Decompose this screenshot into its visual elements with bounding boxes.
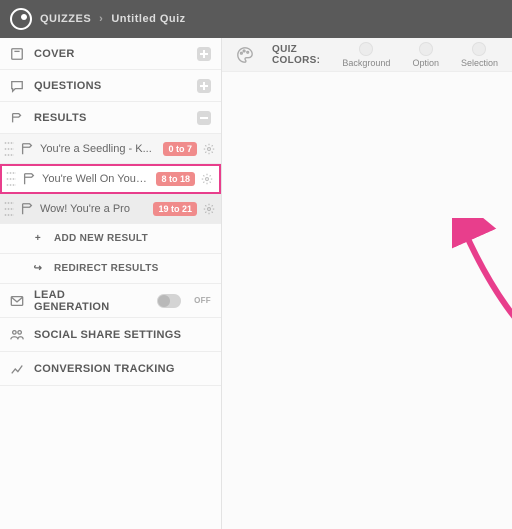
sidebar: COVER QUESTIONS RESULTS You're <box>0 38 222 529</box>
tool-label: SOCIAL SHARE SETTINGS <box>34 329 181 341</box>
score-range-badge: 0 to 7 <box>163 142 197 156</box>
breadcrumb: QUIZZES › Untitled Quiz <box>40 13 186 25</box>
swatch-dot <box>472 42 486 56</box>
chevron-right-icon: › <box>99 13 103 25</box>
section-questions[interactable]: QUESTIONS <box>0 70 221 102</box>
swatch-label: Option <box>412 58 439 68</box>
flag-icon <box>20 202 34 216</box>
lead-generation-row[interactable]: LEAD GENERATION OFF <box>0 284 221 318</box>
envelope-icon <box>10 294 24 308</box>
drag-handle-icon[interactable] <box>4 202 14 216</box>
results-icon <box>10 111 24 125</box>
color-bar: QUIZ COLORS: Background Option Selection <box>222 38 512 72</box>
swatch-label: Background <box>342 58 390 68</box>
app-header: QUIZZES › Untitled Quiz <box>0 0 512 38</box>
logo-icon <box>10 8 32 30</box>
questions-icon <box>10 79 24 93</box>
redirect-icon: ↪ <box>32 263 44 274</box>
result-item-selected[interactable]: You're Well On Your ... 8 to 18 <box>0 164 221 194</box>
score-range-badge: 19 to 21 <box>153 202 197 216</box>
cover-icon <box>10 47 24 61</box>
action-label: REDIRECT RESULTS <box>54 263 159 274</box>
drag-handle-icon[interactable] <box>4 142 14 156</box>
color-swatch-option[interactable]: Option <box>412 42 439 68</box>
swatch-label: Selection <box>461 58 498 68</box>
result-item[interactable]: Wow! You're a Pro 19 to 21 <box>0 194 221 224</box>
expand-icon[interactable] <box>197 79 211 93</box>
expand-icon[interactable] <box>197 47 211 61</box>
tool-label: CONVERSION TRACKING <box>34 363 175 375</box>
result-item[interactable]: You're a Seedling - K... 0 to 7 <box>0 134 221 164</box>
section-label: QUESTIONS <box>34 80 102 92</box>
plus-icon: + <box>32 233 44 244</box>
redirect-results-button[interactable]: ↪ REDIRECT RESULTS <box>0 254 221 284</box>
swatch-dot <box>419 42 433 56</box>
colorbar-label: QUIZ COLORS: <box>272 44 324 66</box>
people-icon <box>10 328 24 342</box>
toggle-state: OFF <box>194 296 211 305</box>
flag-icon <box>20 142 34 156</box>
color-swatch-background[interactable]: Background <box>342 42 390 68</box>
palette-icon <box>236 46 254 64</box>
section-cover[interactable]: COVER <box>0 38 221 70</box>
result-label: You're a Seedling - K... <box>40 143 157 155</box>
section-label: COVER <box>34 48 75 60</box>
breadcrumb-current[interactable]: Untitled Quiz <box>111 13 185 25</box>
content-area: QUIZ COLORS: Background Option Selection <box>222 38 512 529</box>
section-results[interactable]: RESULTS <box>0 102 221 134</box>
lead-gen-toggle[interactable] <box>157 294 181 308</box>
section-label: RESULTS <box>34 112 87 124</box>
gear-icon[interactable] <box>203 203 215 215</box>
result-label: You're Well On Your ... <box>42 173 150 185</box>
tool-label: LEAD GENERATION <box>34 289 137 313</box>
breadcrumb-root[interactable]: QUIZZES <box>40 13 91 25</box>
annotation-arrow-icon <box>452 218 512 388</box>
gear-icon[interactable] <box>201 173 213 185</box>
add-result-button[interactable]: + ADD NEW RESULT <box>0 224 221 254</box>
gear-icon[interactable] <box>203 143 215 155</box>
flag-icon <box>22 172 36 186</box>
result-label: Wow! You're a Pro <box>40 203 147 215</box>
social-share-row[interactable]: SOCIAL SHARE SETTINGS <box>0 318 221 352</box>
collapse-icon[interactable] <box>197 111 211 125</box>
drag-handle-icon[interactable] <box>6 172 16 186</box>
color-swatch-selection[interactable]: Selection <box>461 42 498 68</box>
score-range-badge: 8 to 18 <box>156 172 195 186</box>
chart-icon <box>10 362 24 376</box>
swatch-dot <box>359 42 373 56</box>
action-label: ADD NEW RESULT <box>54 233 148 244</box>
conversion-tracking-row[interactable]: CONVERSION TRACKING <box>0 352 221 386</box>
